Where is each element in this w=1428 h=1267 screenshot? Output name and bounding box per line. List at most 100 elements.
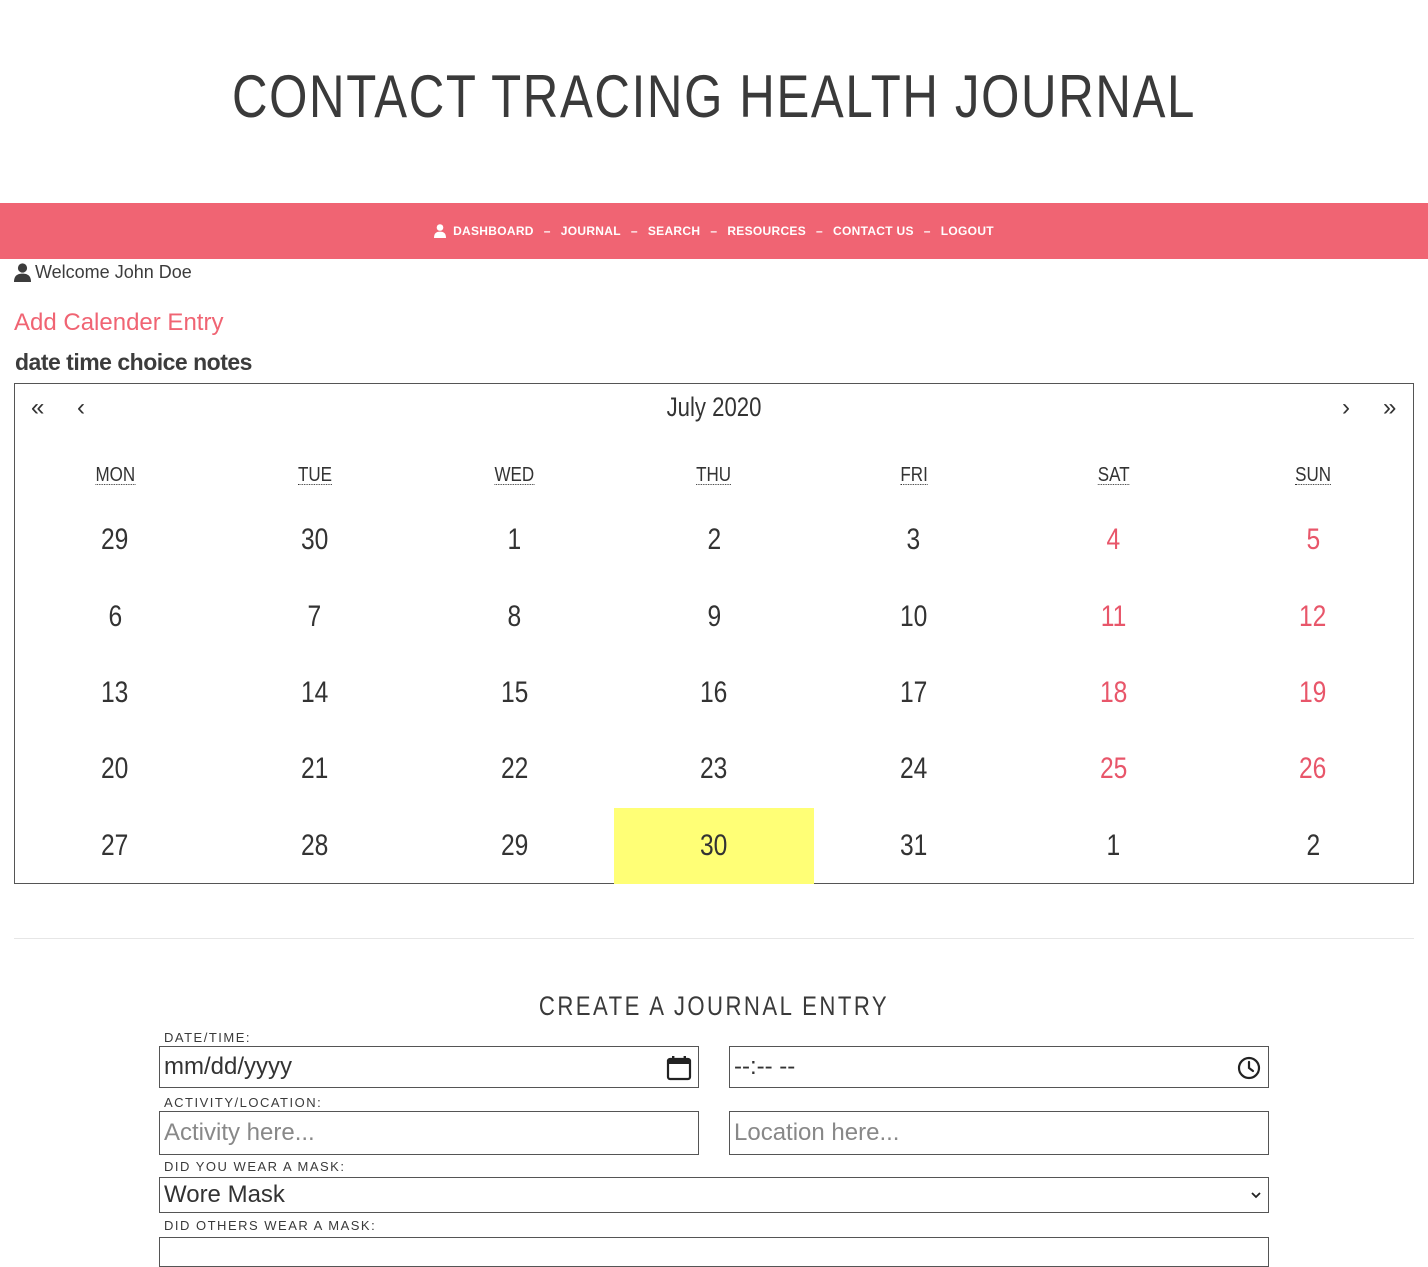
nav-contact-us[interactable]: CONTACT US — [833, 224, 914, 238]
calendar-day[interactable]: 24 — [814, 731, 1014, 807]
weekday-label: WED — [494, 464, 535, 486]
mask-select-value: Wore Mask — [164, 1181, 285, 1208]
calendar-day[interactable]: 8 — [414, 578, 614, 654]
calendar-day[interactable]: 18 — [1014, 655, 1214, 731]
calendar-day[interactable]: 4 — [1014, 502, 1214, 578]
calendar-day[interactable]: 22 — [414, 731, 614, 807]
calendar-day[interactable]: 21 — [215, 731, 415, 807]
nav-journal[interactable]: JOURNAL — [561, 224, 621, 238]
calendar-month-title[interactable]: July 2020 — [141, 392, 1287, 423]
calendar-day[interactable]: 15 — [414, 655, 614, 731]
time-input[interactable]: --:-- -- — [729, 1046, 1269, 1088]
prev-year-button[interactable]: « — [31, 394, 44, 422]
calendar-day-number: 10 — [900, 599, 928, 633]
calendar-day-number: 17 — [900, 675, 928, 709]
calendar-day-number: 7 — [307, 599, 322, 633]
calendar-day-number: 12 — [1299, 599, 1327, 633]
calendar-day-number: 11 — [1100, 599, 1127, 633]
calendar-day[interactable]: 20 — [15, 731, 215, 807]
nav-list: DASHBOARD – JOURNAL – SEARCH – RESOURCES… — [434, 224, 994, 238]
nav-dashboard[interactable]: DASHBOARD — [434, 224, 534, 238]
calendar-day[interactable]: 31 — [814, 808, 1014, 884]
chevron-down-icon — [1251, 1192, 1261, 1199]
others-mask-select[interactable] — [159, 1237, 1269, 1267]
calendar-day[interactable]: 29 — [414, 808, 614, 884]
nav-separator: – — [543, 224, 551, 238]
calendar-day[interactable]: 26 — [1213, 731, 1413, 807]
welcome-message: Welcome John Doe — [14, 262, 192, 283]
calendar-day-number: 19 — [1299, 675, 1327, 709]
calendar-day[interactable]: 2 — [614, 502, 814, 578]
calendar-day-number: 25 — [1099, 752, 1128, 786]
calendar-day[interactable]: 3 — [814, 502, 1014, 578]
calendar-day[interactable]: 2 — [1213, 808, 1413, 884]
calendar-day[interactable]: 19 — [1213, 655, 1413, 731]
calendar-day-number: 14 — [300, 675, 329, 709]
calendar: « ‹ July 2020 › » MON TUE WED THU FRI SA… — [14, 383, 1414, 884]
next-month-button[interactable]: › — [1342, 394, 1350, 422]
add-calendar-entry-link[interactable]: Add Calender Entry — [14, 309, 223, 337]
calendar-weekdays: MON TUE WED THU FRI SAT SUN — [15, 464, 1413, 487]
calendar-day-number: 9 — [707, 599, 721, 633]
weekday-label: MON — [95, 464, 135, 486]
calendar-day-number: 31 — [900, 828, 928, 862]
calendar-day[interactable]: 7 — [215, 578, 415, 654]
calendar-day[interactable]: 11 — [1014, 578, 1214, 654]
calendar-day[interactable]: 28 — [215, 808, 415, 884]
journal-form-title: CREATE A JOURNAL ENTRY — [538, 991, 890, 1021]
calendar-day-number: 18 — [1099, 675, 1128, 709]
welcome-text: Welcome John Doe — [35, 262, 192, 282]
weekday-mon: MON — [15, 464, 215, 487]
calendar-day[interactable]: 30 — [215, 502, 415, 578]
calendar-day[interactable]: 16 — [614, 655, 814, 731]
calendar-day[interactable]: 12 — [1213, 578, 1413, 654]
calendar-day[interactable]: 29 — [15, 502, 215, 578]
next-year-button[interactable]: » — [1383, 394, 1396, 422]
calendar-day[interactable]: 9 — [614, 578, 814, 654]
activity-placeholder: Activity here... — [164, 1119, 315, 1146]
calendar-day-number: 1 — [1106, 828, 1121, 862]
calendar-day[interactable]: 10 — [814, 578, 1014, 654]
nav-logout[interactable]: LOGOUT — [941, 224, 994, 238]
calendar-day[interactable]: 27 — [15, 808, 215, 884]
weekday-label: SUN — [1295, 464, 1332, 486]
nav-resources[interactable]: RESOURCES — [727, 224, 806, 238]
datetime-label: DATE/TIME: — [164, 1030, 251, 1045]
weekday-tue: TUE — [215, 464, 415, 487]
calendar-day-number: 6 — [108, 599, 122, 633]
calendar-day[interactable]: 23 — [614, 731, 814, 807]
calendar-icon[interactable] — [666, 1055, 692, 1081]
calendar-day-number: 29 — [500, 828, 528, 862]
calendar-day[interactable]: 14 — [215, 655, 415, 731]
calendar-day-number: 29 — [101, 523, 129, 557]
weekday-sat: SAT — [1014, 464, 1214, 487]
nav-search[interactable]: SEARCH — [648, 224, 700, 238]
calendar-day-number: 30 — [700, 828, 728, 862]
calendar-day[interactable]: 6 — [15, 578, 215, 654]
clock-icon[interactable] — [1236, 1055, 1262, 1081]
activity-input[interactable]: Activity here... — [159, 1111, 699, 1155]
weekday-fri: FRI — [814, 464, 1014, 487]
prev-month-button[interactable]: ‹ — [77, 394, 85, 422]
location-input[interactable]: Location here... — [729, 1111, 1269, 1155]
field-labels: date time choice notes — [15, 349, 252, 375]
nav-separator: – — [816, 224, 824, 238]
calendar-day-number: 28 — [300, 828, 329, 862]
mask-select[interactable]: Wore Mask — [159, 1177, 1269, 1213]
activity-location-label: ACTIVITY/LOCATION: — [164, 1095, 323, 1110]
calendar-day-number: 27 — [101, 828, 129, 862]
calendar-day-today[interactable]: 30 — [614, 807, 814, 884]
calendar-day[interactable]: 1 — [1014, 808, 1214, 884]
calendar-day-number: 15 — [500, 675, 528, 709]
date-input[interactable]: mm/dd/yyyy — [159, 1046, 699, 1088]
nav-separator: – — [923, 224, 931, 238]
calendar-day[interactable]: 25 — [1014, 731, 1214, 807]
calendar-day[interactable]: 13 — [15, 655, 215, 731]
calendar-day[interactable]: 1 — [414, 502, 614, 578]
calendar-day[interactable]: 17 — [814, 655, 1014, 731]
calendar-day-number: 30 — [300, 523, 329, 557]
calendar-day[interactable]: 5 — [1213, 502, 1413, 578]
weekday-thu: THU — [614, 464, 814, 487]
weekday-label: THU — [696, 464, 732, 486]
calendar-day-number: 2 — [707, 523, 721, 557]
